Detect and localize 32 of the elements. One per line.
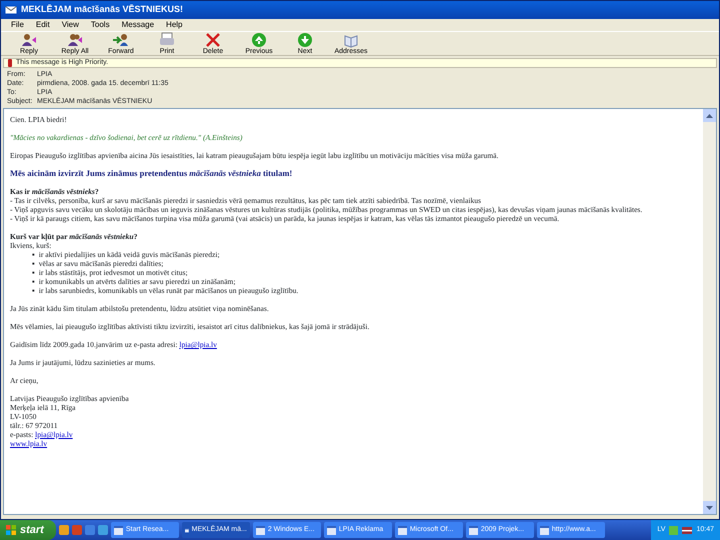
- flag-icon: [682, 526, 692, 534]
- scroll-down-icon: [706, 506, 713, 510]
- forward-icon: [112, 32, 130, 48]
- window-icon: [326, 526, 336, 534]
- menu-item[interactable]: Edit: [36, 19, 50, 31]
- menu-item[interactable]: Help: [166, 19, 182, 31]
- window-icon: [540, 526, 549, 534]
- scrollbar[interactable]: [703, 109, 716, 514]
- reply-all-icon: [66, 32, 84, 48]
- menu-item[interactable]: Message: [122, 19, 154, 31]
- menu-item[interactable]: View: [62, 19, 79, 31]
- menu-item[interactable]: File: [11, 19, 24, 31]
- heading: Mēs aicinām izvirzīt Jums zināmus pretendentus mācīšanās vēstnieka titulam!: [10, 169, 294, 178]
- window-icon: [398, 526, 407, 534]
- delete-icon: [204, 32, 222, 48]
- envelope-icon: [5, 5, 17, 15]
- scroll-up-icon: [706, 114, 713, 118]
- menu-item[interactable]: Tools: [90, 19, 110, 31]
- window-icon: [256, 526, 265, 534]
- window-icon: [184, 526, 189, 534]
- reply-icon: [20, 32, 38, 48]
- quick-launch-icon: [98, 525, 108, 535]
- priority-icon: [7, 59, 13, 67]
- quick-launch-icon: [84, 525, 95, 535]
- window-icon: [114, 526, 123, 534]
- window-title: MEKLĒJAM mācīšanās VĒSTNIEKUS!: [21, 3, 184, 16]
- quick-launch-icon: [58, 525, 69, 535]
- start-button[interactable]: start: [0, 520, 56, 540]
- quick-launch-icon: [72, 525, 82, 535]
- window-icon: [468, 526, 478, 534]
- network-icon: [669, 526, 678, 534]
- windows-logo-icon: [6, 525, 16, 535]
